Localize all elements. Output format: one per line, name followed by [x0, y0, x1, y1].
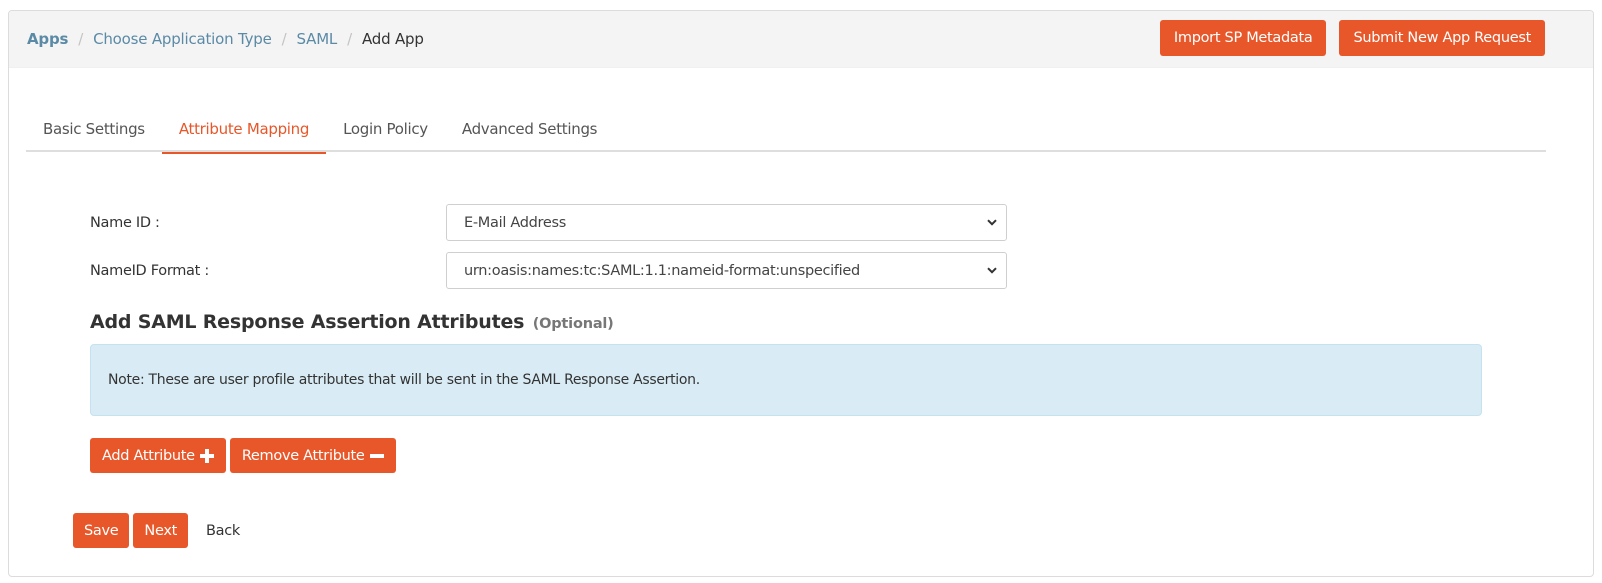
chevron-down-icon — [986, 217, 998, 229]
breadcrumb-choose-application-type[interactable]: Choose Application Type — [93, 29, 272, 49]
tab-bar: Basic Settings Attribute Mapping Login P… — [26, 106, 1546, 154]
save-button[interactable]: Save — [73, 513, 130, 548]
import-sp-metadata-button[interactable]: Import SP Metadata — [1159, 20, 1327, 56]
breadcrumb-saml[interactable]: SAML — [297, 29, 338, 49]
breadcrumb-current: Add App — [361, 30, 424, 48]
breadcrumb-separator: / — [78, 30, 84, 48]
back-button[interactable]: Back — [206, 523, 240, 539]
name-id-format-row: NameID Format : urn:oasis:names:tc:SAML:… — [90, 252, 1007, 289]
name-id-select[interactable]: E-Mail Address — [446, 204, 1007, 241]
tab-basic-settings[interactable]: Basic Settings — [26, 106, 162, 152]
info-note-text: Note: These are user profile attributes … — [108, 372, 700, 388]
plus-icon — [199, 448, 214, 463]
tab-attribute-mapping[interactable]: Attribute Mapping — [161, 106, 327, 154]
name-id-selected-value: E-Mail Address — [464, 214, 567, 231]
name-id-format-label: NameID Format : — [90, 262, 209, 279]
attributes-info-note: Note: These are user profile attributes … — [90, 344, 1482, 416]
breadcrumb-separator: / — [347, 30, 352, 48]
name-id-format-selected-value: urn:oasis:names:tc:SAML:1.1:nameid-forma… — [464, 262, 860, 279]
name-id-label: Name ID : — [90, 214, 160, 231]
attribute-actions: Add Attribute Remove Attribute — [90, 438, 396, 473]
tab-advanced-settings[interactable]: Advanced Settings — [445, 106, 614, 152]
breadcrumb-apps[interactable]: Apps — [27, 29, 68, 49]
name-id-row: Name ID : E-Mail Address — [90, 204, 1007, 241]
tab-login-policy[interactable]: Login Policy — [326, 106, 445, 152]
optional-hint: (Optional) — [532, 316, 614, 332]
remove-attribute-label: Remove Attribute — [241, 447, 365, 464]
remove-attribute-button[interactable]: Remove Attribute — [229, 438, 396, 473]
breadcrumb: Apps / Choose Application Type / SAML / … — [27, 29, 424, 49]
add-attribute-label: Add Attribute — [102, 447, 195, 464]
next-button[interactable]: Next — [133, 513, 188, 548]
name-id-format-select[interactable]: urn:oasis:names:tc:SAML:1.1:nameid-forma… — [446, 252, 1007, 289]
add-attribute-button[interactable]: Add Attribute — [90, 438, 226, 473]
minus-icon — [369, 449, 384, 463]
chevron-down-icon — [986, 265, 998, 277]
app-config-card: Apps / Choose Application Type / SAML / … — [8, 10, 1594, 577]
submit-new-app-request-button[interactable]: Submit New App Request — [1339, 20, 1545, 56]
breadcrumb-separator: / — [281, 30, 287, 48]
attributes-section-heading: Add SAML Response Assertion Attributes — [90, 311, 525, 333]
attributes-section-title: Add SAML Response Assertion Attributes (… — [90, 311, 614, 333]
card-header: Apps / Choose Application Type / SAML / … — [9, 11, 1593, 68]
form-actions: Save Next Back — [73, 513, 240, 548]
header-actions: Import SP Metadata Submit New App Reques… — [1159, 20, 1545, 56]
